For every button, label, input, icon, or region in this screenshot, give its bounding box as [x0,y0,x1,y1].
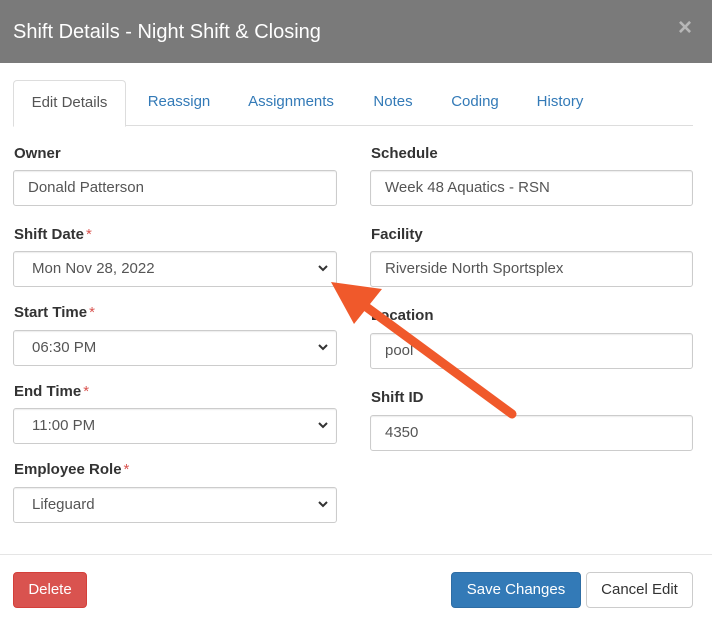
required-marker: * [83,383,90,400]
footer-divider [0,554,712,555]
facility-input[interactable]: Riverside North Sportsplex [370,251,693,287]
schedule-input[interactable]: Week 48 Aquatics - RSN [370,170,693,206]
tab-history[interactable]: History [527,80,593,126]
owner-label: Owner [14,145,61,163]
start-time-select[interactable]: 06:30 PM [13,330,337,366]
start-time-label: Start Time * [14,304,95,322]
end-time-label-text: End Time [14,383,82,400]
tab-notes[interactable]: Notes [363,80,423,126]
shift-date-label: Shift Date * [14,226,92,244]
owner-label-text: Owner [14,145,61,162]
end-time-select[interactable]: 11:00 PM [13,408,337,444]
end-time-label: End Time * [14,383,89,401]
facility-label: Facility [371,226,423,243]
tab-assignments[interactable]: Assignments [236,80,346,126]
modal-title: Shift Details - Night Shift & Closing [13,21,321,43]
end-time-value: 11:00 PM [32,417,96,434]
location-input[interactable]: pool [370,333,693,369]
owner-input[interactable]: Donald Patterson [13,170,337,206]
tab-reassign[interactable]: Reassign [132,80,226,126]
employee-role-label-text: Employee Role [14,461,122,478]
delete-button[interactable]: Delete [13,572,87,608]
shift-id-label: Shift ID [371,389,424,406]
employee-role-value: Lifeguard [32,496,95,513]
tab-coding[interactable]: Coding [441,80,509,126]
required-marker: * [89,304,95,321]
required-marker: * [123,461,130,478]
required-marker: * [86,226,92,243]
employee-role-select[interactable]: Lifeguard [13,487,337,523]
chevron-down-icon [318,422,328,429]
shift-id-input[interactable]: 4350 [370,415,693,451]
modal-header: Shift Details - Night Shift & Closing × [0,0,712,63]
chevron-down-icon [318,501,328,508]
chevron-down-icon [318,344,328,351]
shift-date-value: Mon Nov 28, 2022 [32,260,155,277]
schedule-label: Schedule [371,145,438,162]
employee-role-label: Employee Role * [14,461,129,479]
save-changes-button[interactable]: Save Changes [451,572,581,608]
start-time-label-text: Start Time [14,304,88,321]
shift-date-label-text: Shift Date [14,226,85,243]
location-label: Location [371,307,434,324]
tab-edit-details[interactable]: Edit Details [13,80,126,127]
shift-details-modal: Shift Details - Night Shift & Closing × … [0,0,712,617]
chevron-down-icon [318,265,328,272]
tab-bar: Edit Details Reassign Assignments Notes … [13,80,693,127]
close-icon[interactable]: × [673,16,697,40]
shift-date-select[interactable]: Mon Nov 28, 2022 [13,251,337,287]
start-time-value: 06:30 PM [32,339,97,356]
cancel-edit-button[interactable]: Cancel Edit [586,572,693,608]
